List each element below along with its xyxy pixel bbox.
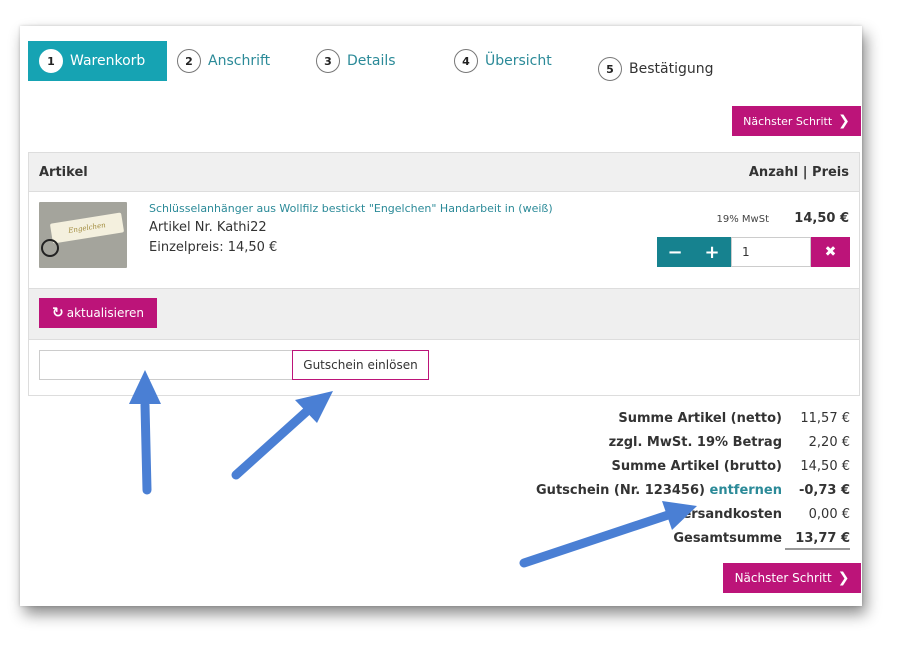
summary-gross-value: 14,50 € (800, 459, 850, 474)
summary-total-value: 13,77 € (785, 531, 850, 550)
redeem-coupon-button[interactable]: Gutschein einlösen (292, 350, 429, 380)
minus-icon: − (667, 241, 683, 263)
step-label: Übersicht (485, 53, 552, 69)
coupon-remove-link[interactable]: entfernen (710, 483, 783, 498)
summary-vat-value: 2,20 € (808, 435, 850, 450)
column-header-qty-price: Anzahl | Preis (748, 165, 849, 180)
step-number: 5 (598, 57, 622, 81)
step-anschrift[interactable]: 2 Anschrift (177, 41, 270, 81)
checkout-panel: 1 Warenkorb 2 Anschrift 3 Details 4 Über… (20, 26, 862, 606)
next-step-button-top[interactable]: Nächster Schritt ❯ (732, 106, 861, 136)
tax-note: 19% MwSt (716, 214, 769, 225)
update-cart-band: ↻ aktualisieren (28, 289, 860, 340)
summary-shipping-value: 0,00 € (808, 507, 850, 522)
cart-item-row: Engelchen Schlüsselanhänger aus Wollfilz… (28, 192, 860, 289)
decrease-quantity-button[interactable]: − (657, 237, 693, 267)
quantity-input[interactable] (731, 237, 811, 267)
chevron-right-icon: ❯ (837, 570, 850, 586)
summary-vat-label: zzgl. MwSt. 19% Betrag (608, 435, 782, 450)
next-step-label: Nächster Schritt (734, 571, 832, 585)
summary-coupon-row: Gutschein (Nr. 123456) entfernen (536, 483, 782, 498)
product-title-link[interactable]: Schlüsselanhänger aus Wollfilz bestickt … (149, 202, 553, 215)
summary-coupon-label: Gutschein (Nr. 123456) (536, 483, 705, 498)
step-warenkorb[interactable]: 1 Warenkorb (28, 41, 167, 81)
next-step-label: Nächster Schritt (743, 114, 833, 128)
cart-table-header: Artikel Anzahl | Preis (28, 152, 860, 192)
summary-net-label: Summe Artikel (netto) (618, 411, 782, 426)
increase-quantity-button[interactable]: + (693, 237, 731, 267)
column-header-article: Artikel (39, 165, 88, 180)
summary-total-label: Gesamtsumme (673, 531, 782, 546)
summary-gross-label: Summe Artikel (brutto) (611, 459, 782, 474)
step-number: 1 (39, 49, 63, 73)
step-uebersicht[interactable]: 4 Übersicht (454, 41, 552, 81)
plus-icon: + (704, 241, 720, 263)
refresh-icon: ↻ (52, 305, 64, 321)
coupon-band: Gutschein einlösen (28, 340, 860, 396)
step-label: Details (347, 53, 396, 69)
product-image: Engelchen (39, 202, 127, 268)
keyring-icon (41, 239, 59, 257)
coupon-code-input[interactable] (39, 350, 293, 380)
chevron-right-icon: ❯ (838, 113, 850, 129)
keychain-picture: Engelchen (49, 212, 125, 244)
update-cart-button[interactable]: ↻ aktualisieren (39, 298, 157, 328)
step-details[interactable]: 3 Details (316, 41, 396, 81)
product-unit-price: Einzelpreis: 14,50 € (149, 240, 278, 255)
close-icon: ✖ (824, 244, 837, 260)
summary-shipping-label: Versandkosten (673, 507, 782, 522)
remove-item-button[interactable]: ✖ (811, 237, 850, 267)
step-number: 3 (316, 49, 340, 73)
summary-coupon-value: -0,73 € (798, 483, 850, 498)
step-number: 4 (454, 49, 478, 73)
update-cart-label: aktualisieren (66, 306, 144, 320)
product-article-number: Artikel Nr. Kathi22 (149, 220, 267, 235)
step-number: 2 (177, 49, 201, 73)
item-price: 14,50 € (794, 211, 849, 226)
step-bestaetigung: 5 Bestätigung (598, 49, 713, 89)
step-label: Warenkorb (70, 53, 146, 69)
step-label: Anschrift (208, 53, 271, 69)
next-step-button-bottom[interactable]: Nächster Schritt ❯ (723, 563, 861, 593)
step-label: Bestätigung (629, 61, 714, 77)
summary-net-value: 11,57 € (800, 411, 850, 426)
